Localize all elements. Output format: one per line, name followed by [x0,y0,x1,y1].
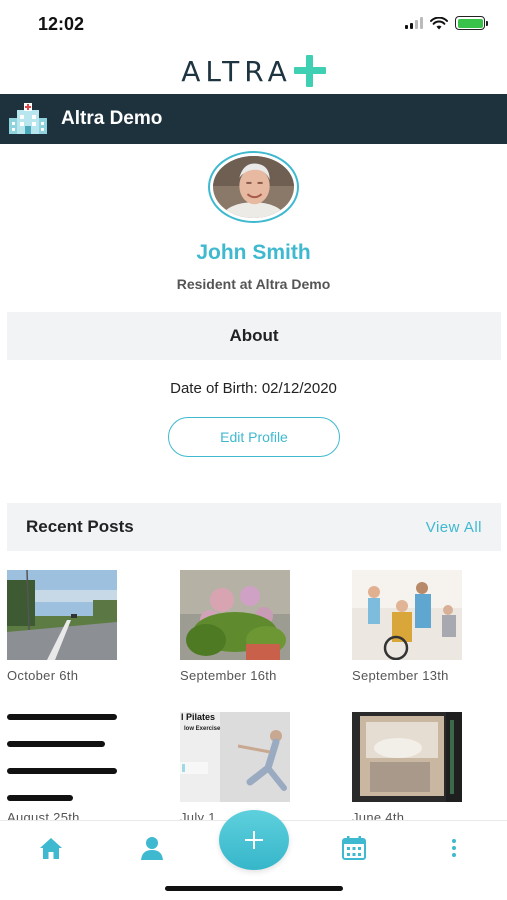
date-of-birth: Date of Birth: 02/12/2020 [170,380,337,397]
status-bar: 12:02 [0,0,507,50]
view-all-link[interactable]: View All [426,519,482,536]
wifi-icon [430,16,448,29]
plus-icon [245,831,263,849]
calendar-icon[interactable] [341,835,367,861]
brand-wordmark: ALTRA [181,54,292,88]
org-header: Altra Demo [0,94,507,144]
recent-posts-header: Recent Posts View All [7,503,501,551]
doorway-photo [352,712,462,802]
avatar[interactable] [208,151,299,223]
about-title: About [229,326,279,345]
post-card[interactable]: l Pilates low Exercise July 1 [180,712,290,825]
brand-plus-icon [293,55,326,87]
recent-posts-title: Recent Posts [26,517,134,536]
care-home-photo [352,570,462,660]
home-indicator [165,886,343,891]
text-lines-thumbnail [7,712,117,802]
post-date: September 16th [180,668,277,683]
resident-photo [213,156,294,218]
add-post-button[interactable] [219,810,289,870]
post-card[interactable]: October 6th [7,570,117,683]
pilates-overlay-subtitle: low Exercise [184,726,221,732]
profile-subtitle: Resident at Altra Demo [176,276,331,292]
about-section-header: About [7,312,501,360]
road-photo [7,570,117,660]
status-icons [405,16,488,30]
post-card[interactable]: June 4th [352,712,462,825]
more-vertical-icon[interactable] [441,835,467,861]
flowers-photo [180,570,290,660]
battery-icon [455,16,488,30]
post-date: September 13th [352,668,449,683]
pilates-photo: l Pilates low Exercise [180,712,290,802]
signal-icon [405,17,423,29]
pilates-overlay-title: l Pilates [181,712,215,722]
status-time: 12:02 [38,14,85,34]
post-date: October 6th [7,668,79,683]
edit-profile-button[interactable]: Edit Profile [168,417,340,457]
person-icon[interactable] [139,835,165,861]
hospital-building-icon [9,103,47,134]
post-card[interactable]: August 25th [7,712,117,825]
post-card[interactable]: September 13th [352,570,462,683]
home-icon[interactable] [38,835,64,861]
profile-name: John Smith [196,241,311,264]
brand-logo: ALTRA [0,52,507,90]
post-card[interactable]: September 16th [180,570,290,683]
org-name: Altra Demo [61,108,163,129]
